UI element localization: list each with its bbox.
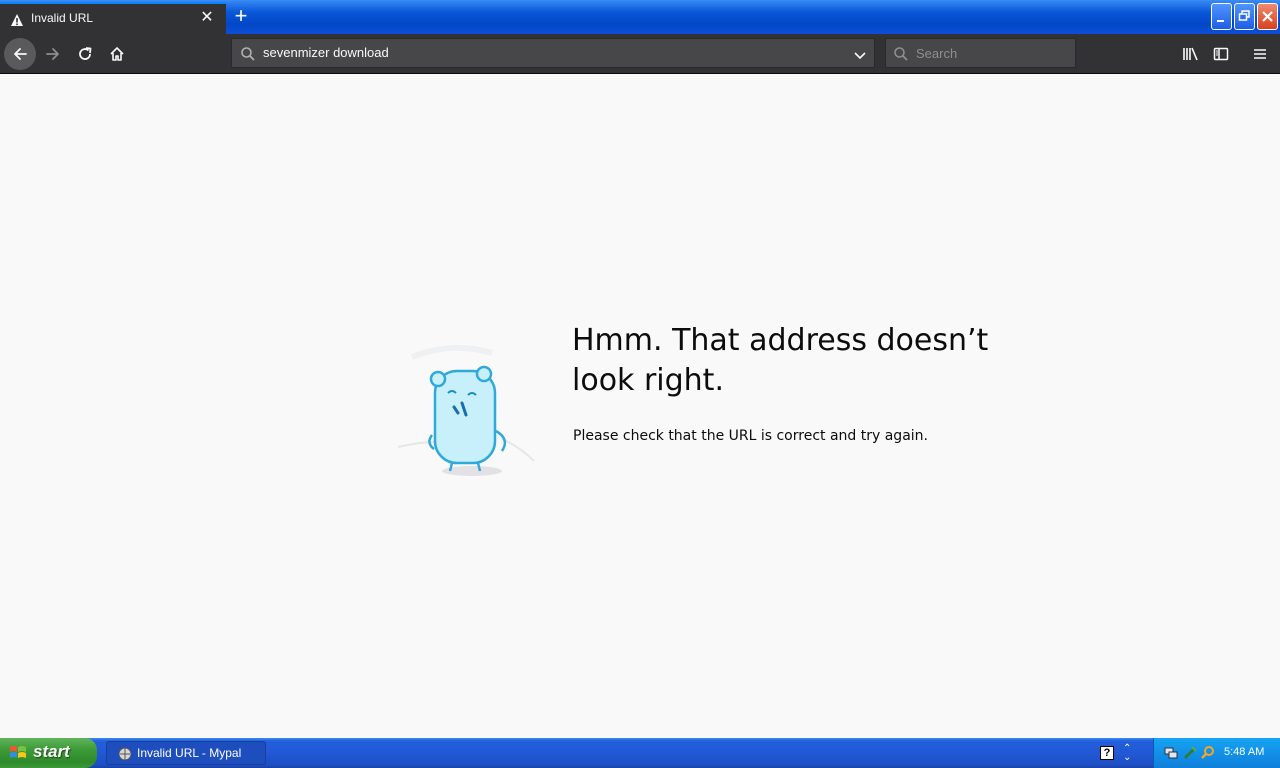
sidebar-button[interactable] <box>1209 42 1233 66</box>
new-tab-button[interactable]: + <box>229 4 253 28</box>
help-icon[interactable]: ? <box>1100 746 1114 760</box>
start-label: start <box>33 742 70 761</box>
back-arrow-icon <box>14 48 27 60</box>
search-icon <box>893 46 909 66</box>
error-page: Hmm. That address doesn’t look right. Pl… <box>0 75 1280 738</box>
tray-expand-icon[interactable]: ⌃ ⌄ <box>1123 744 1131 763</box>
chevron-down-icon[interactable] <box>853 47 867 66</box>
forward-arrow-icon <box>46 48 59 60</box>
tab-title: Invalid URL <box>31 11 94 25</box>
sidebar-icon <box>1213 47 1229 61</box>
taskbar-item-mypal[interactable]: Invalid URL - Mypal <box>106 741 266 765</box>
title-bar: Invalid URL ✕ + <box>0 0 1280 34</box>
error-description: Please check that the URL is correct and… <box>573 428 928 444</box>
close-window-button[interactable] <box>1257 3 1278 30</box>
tab-close-icon[interactable]: ✕ <box>200 9 214 25</box>
library-button[interactable] <box>1178 42 1202 66</box>
reload-button[interactable] <box>69 38 101 70</box>
network-icon[interactable] <box>1163 745 1179 765</box>
menu-button[interactable] <box>1248 42 1272 66</box>
windows-flag-icon <box>8 744 28 766</box>
hamburger-menu-icon <box>1254 49 1266 59</box>
url-input[interactable]: sevenmizer download <box>263 45 389 60</box>
warning-icon <box>10 12 24 26</box>
search-tray-icon[interactable] <box>1200 745 1216 765</box>
home-icon <box>110 47 124 61</box>
navigation-toolbar: sevenmizer download <box>0 34 1280 74</box>
clock: 5:48 AM <box>1224 746 1265 758</box>
browser-app-icon <box>117 746 133 766</box>
minimize-button[interactable] <box>1211 3 1232 30</box>
library-icon <box>1183 47 1198 61</box>
error-title: Hmm. That address doesn’t look right. <box>572 323 989 398</box>
search-bar[interactable] <box>885 38 1076 68</box>
taskbar: start Invalid URL - Mypal ? ⌃ ⌄ 5:48 AM <box>0 738 1280 768</box>
forward-button[interactable] <box>37 38 69 70</box>
safely-remove-icon[interactable] <box>1182 745 1198 765</box>
search-input[interactable] <box>916 44 1066 62</box>
url-bar[interactable]: sevenmizer download <box>231 38 875 68</box>
search-icon <box>240 46 256 66</box>
home-button[interactable] <box>101 38 133 70</box>
system-tray: 5:48 AM <box>1153 738 1280 768</box>
taskbar-item-label: Invalid URL - Mypal <box>137 746 242 760</box>
reload-icon <box>79 47 92 60</box>
start-button[interactable]: start <box>0 738 97 768</box>
tab-active[interactable]: Invalid URL ✕ <box>0 2 226 34</box>
back-button[interactable] <box>4 38 36 70</box>
restore-button[interactable] <box>1234 3 1255 30</box>
sad-hamster-illustration <box>392 343 538 483</box>
